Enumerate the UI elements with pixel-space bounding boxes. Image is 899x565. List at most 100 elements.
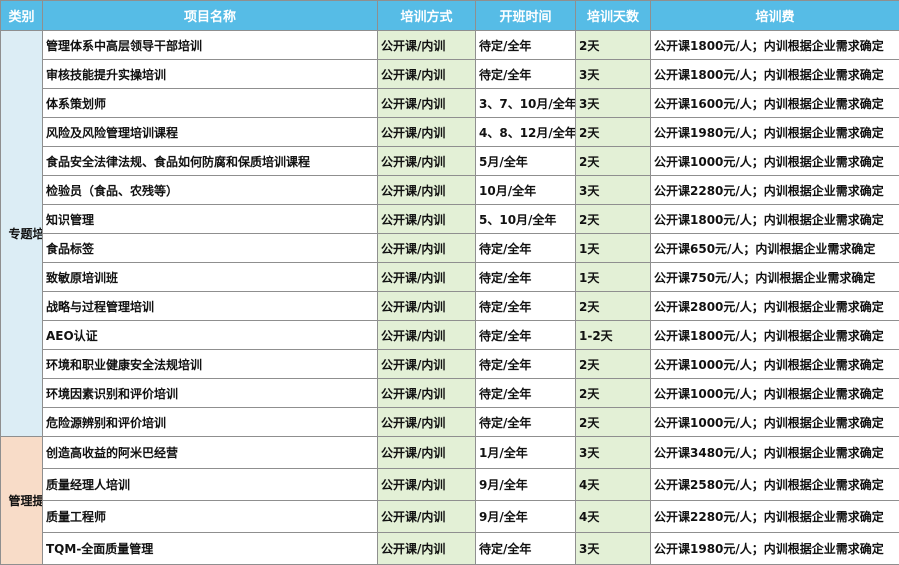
fee: 公开课1980元/人；内训根据企业需求确定 — [651, 118, 899, 147]
table-row: 检验员（食品、农残等） 公开课/内训 10月/全年 3天 公开课2280元/人；… — [1, 176, 899, 205]
training-method: 公开课/内训 — [378, 408, 476, 437]
fee: 公开课750元/人；内训根据企业需求确定 — [651, 263, 899, 292]
fee: 公开课1980元/人；内训根据企业需求确定 — [651, 533, 899, 565]
course-name: AEO认证 — [43, 321, 378, 350]
course-name: 环境和职业健康安全法规培训 — [43, 350, 378, 379]
fee: 公开课2580元/人；内训根据企业需求确定 — [651, 469, 899, 501]
header-name: 项目名称 — [43, 1, 378, 31]
fee: 公开课1800元/人；内训根据企业需求确定 — [651, 321, 899, 350]
training-method: 公开课/内训 — [378, 147, 476, 176]
duration: 2天 — [576, 205, 651, 234]
schedule: 9月/全年 — [476, 469, 576, 501]
course-name: 食品标签 — [43, 234, 378, 263]
course-name: 环境因素识别和评价培训 — [43, 379, 378, 408]
course-name: 战略与过程管理培训 — [43, 292, 378, 321]
table-row: TQM-全面质量管理 公开课/内训 待定/全年 3天 公开课1980元/人；内训… — [1, 533, 899, 565]
training-method: 公开课/内训 — [378, 321, 476, 350]
training-method: 公开课/内训 — [378, 234, 476, 263]
duration: 1天 — [576, 263, 651, 292]
schedule: 待定/全年 — [476, 234, 576, 263]
fee: 公开课1000元/人；内训根据企业需求确定 — [651, 350, 899, 379]
schedule: 待定/全年 — [476, 379, 576, 408]
training-method: 公开课/内训 — [378, 205, 476, 234]
training-method: 公开课/内训 — [378, 501, 476, 533]
schedule: 待定/全年 — [476, 292, 576, 321]
training-method: 公开课/内训 — [378, 379, 476, 408]
course-name: TQM-全面质量管理 — [43, 533, 378, 565]
schedule: 待定/全年 — [476, 321, 576, 350]
schedule: 9月/全年 — [476, 501, 576, 533]
fee: 公开课1800元/人；内训根据企业需求确定 — [651, 31, 899, 60]
table-row: 质量经理人培训 公开课/内训 9月/全年 4天 公开课2580元/人；内训根据企… — [1, 469, 899, 501]
duration: 2天 — [576, 118, 651, 147]
duration: 3天 — [576, 89, 651, 118]
course-name: 审核技能提升实操培训 — [43, 60, 378, 89]
duration: 2天 — [576, 379, 651, 408]
duration: 3天 — [576, 60, 651, 89]
course-name: 致敏原培训班 — [43, 263, 378, 292]
duration: 1-2天 — [576, 321, 651, 350]
table-row: 食品标签 公开课/内训 待定/全年 1天 公开课650元/人；内训根据企业需求确… — [1, 234, 899, 263]
duration: 3天 — [576, 533, 651, 565]
fee: 公开课1600元/人；内训根据企业需求确定 — [651, 89, 899, 118]
training-method: 公开课/内训 — [378, 469, 476, 501]
schedule: 1月/全年 — [476, 437, 576, 469]
category-cell: 专题培训 — [1, 31, 43, 437]
table-row: 知识管理 公开课/内训 5、10月/全年 2天 公开课1800元/人；内训根据企… — [1, 205, 899, 234]
course-name: 食品安全法律法规、食品如何防腐和保质培训课程 — [43, 147, 378, 176]
table-row: AEO认证 公开课/内训 待定/全年 1-2天 公开课1800元/人；内训根据企… — [1, 321, 899, 350]
duration: 1天 — [576, 234, 651, 263]
category-label: 管理提升类 — [9, 493, 35, 509]
course-name: 危险源辨别和评价培训 — [43, 408, 378, 437]
schedule: 4、8、12月/全年 — [476, 118, 576, 147]
table-row: 战略与过程管理培训 公开课/内训 待定/全年 2天 公开课2800元/人；内训根… — [1, 292, 899, 321]
category-cell: 管理提升类 — [1, 437, 43, 565]
table-row: 致敏原培训班 公开课/内训 待定/全年 1天 公开课750元/人；内训根据企业需… — [1, 263, 899, 292]
fee: 公开课1000元/人；内训根据企业需求确定 — [651, 408, 899, 437]
table-row: 审核技能提升实操培训 公开课/内训 待定/全年 3天 公开课1800元/人；内训… — [1, 60, 899, 89]
training-method: 公开课/内训 — [378, 263, 476, 292]
training-method: 公开课/内训 — [378, 89, 476, 118]
table-row: 食品安全法律法规、食品如何防腐和保质培训课程 公开课/内训 5月/全年 2天 公… — [1, 147, 899, 176]
fee: 公开课1000元/人；内训根据企业需求确定 — [651, 379, 899, 408]
schedule: 5、10月/全年 — [476, 205, 576, 234]
schedule: 10月/全年 — [476, 176, 576, 205]
table-row: 环境因素识别和评价培训 公开课/内训 待定/全年 2天 公开课1000元/人；内… — [1, 379, 899, 408]
training-table: 类别 项目名称 培训方式 开班时间 培训天数 培训费 专题培训 管理体系中高层领… — [0, 0, 899, 565]
schedule: 3、7、10月/全年 — [476, 89, 576, 118]
table-row: 专题培训 管理体系中高层领导干部培训 公开课/内训 待定/全年 2天 公开课18… — [1, 31, 899, 60]
header-category: 类别 — [1, 1, 43, 31]
schedule: 5月/全年 — [476, 147, 576, 176]
training-method: 公开课/内训 — [378, 176, 476, 205]
duration: 2天 — [576, 292, 651, 321]
fee: 公开课650元/人；内训根据企业需求确定 — [651, 234, 899, 263]
training-method: 公开课/内训 — [378, 350, 476, 379]
table-row: 管理提升类 创造高收益的阿米巴经营 公开课/内训 1月/全年 3天 公开课348… — [1, 437, 899, 469]
category-label: 专题培训 — [9, 226, 35, 242]
duration: 2天 — [576, 147, 651, 176]
header-method: 培训方式 — [378, 1, 476, 31]
course-name: 创造高收益的阿米巴经营 — [43, 437, 378, 469]
training-method: 公开课/内训 — [378, 31, 476, 60]
course-name: 检验员（食品、农残等） — [43, 176, 378, 205]
fee: 公开课2800元/人；内训根据企业需求确定 — [651, 292, 899, 321]
table-row: 质量工程师 公开课/内训 9月/全年 4天 公开课2280元/人；内训根据企业需… — [1, 501, 899, 533]
fee: 公开课3480元/人；内训根据企业需求确定 — [651, 437, 899, 469]
schedule: 待定/全年 — [476, 31, 576, 60]
training-method: 公开课/内训 — [378, 437, 476, 469]
fee: 公开课2280元/人；内训根据企业需求确定 — [651, 501, 899, 533]
table-row: 风险及风险管理培训课程 公开课/内训 4、8、12月/全年 2天 公开课1980… — [1, 118, 899, 147]
course-name: 管理体系中高层领导干部培训 — [43, 31, 378, 60]
training-method: 公开课/内训 — [378, 533, 476, 565]
duration: 2天 — [576, 350, 651, 379]
header-days: 培训天数 — [576, 1, 651, 31]
schedule: 待定/全年 — [476, 350, 576, 379]
training-method: 公开课/内训 — [378, 118, 476, 147]
training-method: 公开课/内训 — [378, 60, 476, 89]
fee: 公开课1000元/人；内训根据企业需求确定 — [651, 147, 899, 176]
duration: 2天 — [576, 408, 651, 437]
fee: 公开课1800元/人；内训根据企业需求确定 — [651, 205, 899, 234]
duration: 3天 — [576, 176, 651, 205]
course-name: 体系策划师 — [43, 89, 378, 118]
course-name: 知识管理 — [43, 205, 378, 234]
